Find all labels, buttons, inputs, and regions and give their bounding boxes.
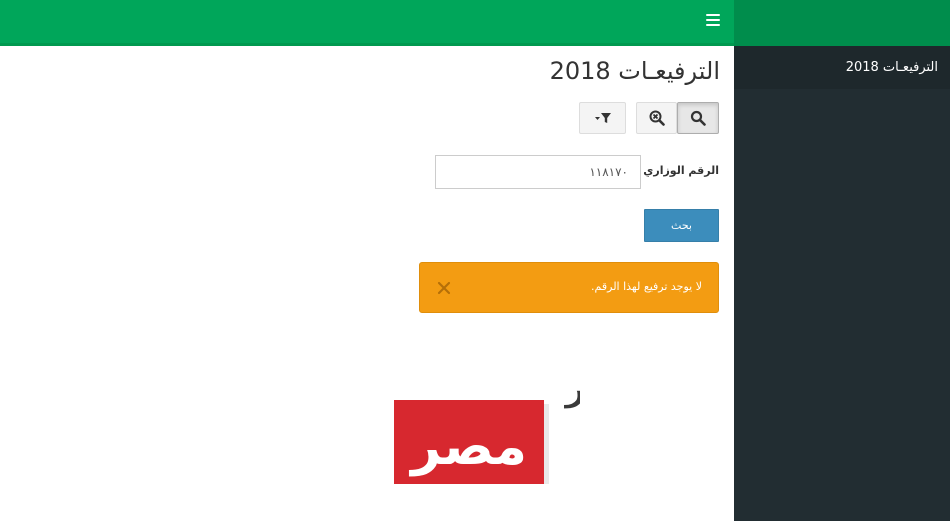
- watermark-line1: مباشر: [563, 368, 580, 409]
- sidebar: الترفيعـات 2018: [734, 46, 950, 521]
- zoom-clear-icon: [649, 110, 665, 126]
- filter-dropdown-icon: [594, 113, 611, 123]
- filter-dropdown-button[interactable]: [579, 102, 626, 134]
- search-submit-button[interactable]: بحث: [644, 209, 719, 242]
- hamburger-menu-icon[interactable]: [706, 14, 720, 26]
- watermark-logo: مباشر مصر: [394, 368, 580, 484]
- search-icon: [690, 110, 706, 126]
- ministry-number-input[interactable]: ١١٨١٧٠: [435, 155, 641, 189]
- warning-alert: لا يوجد ترفيع لهذا الرقم.: [419, 262, 719, 313]
- watermark-line2: مصر: [408, 417, 527, 477]
- brand-logo-area[interactable]: [734, 0, 950, 46]
- close-icon[interactable]: [437, 281, 451, 295]
- ministry-number-label: الرقم الوزاري: [643, 164, 719, 177]
- toolbar: [579, 102, 719, 134]
- alert-message: لا يوجد ترفيع لهذا الرقم.: [591, 280, 702, 293]
- search-toggle-button[interactable]: [677, 102, 719, 134]
- app-root: الترفيعـات 2018 الترفيعـات 2018 الرقم ال: [0, 0, 950, 521]
- sidebar-item-promotions[interactable]: الترفيعـات 2018: [734, 46, 950, 89]
- clear-search-button[interactable]: [636, 102, 677, 134]
- top-navbar: [0, 0, 734, 46]
- page-title: الترفيعـات 2018: [549, 57, 720, 85]
